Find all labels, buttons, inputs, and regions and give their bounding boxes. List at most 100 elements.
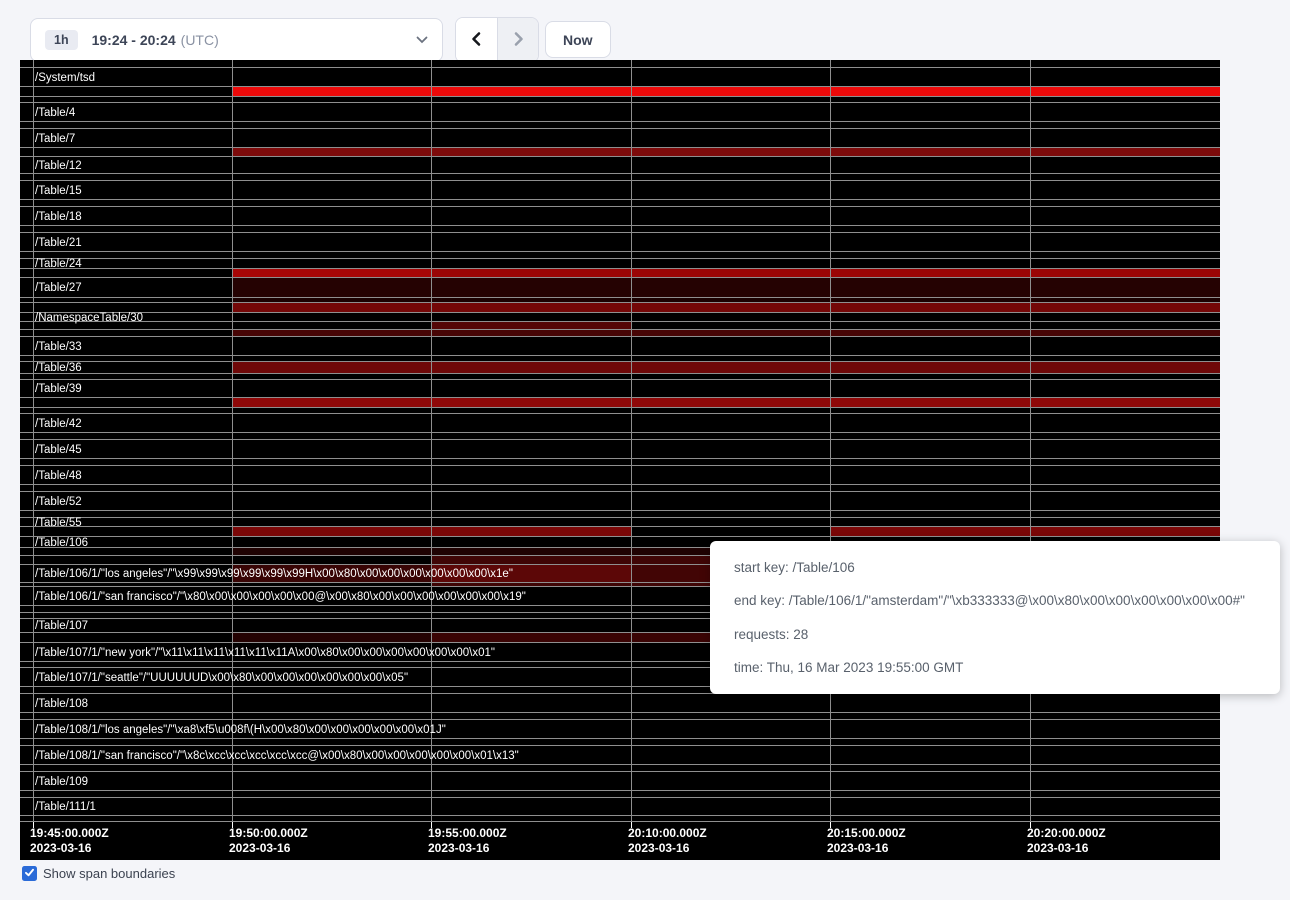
- heatmap-cell[interactable]: [20, 662, 232, 667]
- heatmap-cell[interactable]: [431, 459, 631, 465]
- heatmap-cell[interactable]: [431, 694, 631, 712]
- heatmap-cell[interactable]: [1030, 459, 1220, 465]
- heatmap-cell[interactable]: [20, 433, 232, 439]
- heatmap-cell[interactable]: [232, 380, 431, 397]
- heatmap-cell[interactable]: [830, 398, 1030, 407]
- heatmap-cell[interactable]: [631, 739, 830, 745]
- heatmap-cell[interactable]: [1030, 816, 1220, 821]
- heatmap-cell[interactable]: [431, 374, 631, 379]
- heatmap-cell[interactable]: [232, 518, 431, 526]
- heatmap-cell[interactable]: [1030, 518, 1220, 526]
- heatmap-cell[interactable]: [431, 668, 631, 686]
- heatmap-cell[interactable]: [830, 322, 1030, 329]
- heatmap-cell[interactable]: [1030, 433, 1220, 439]
- heatmap-cell[interactable]: [830, 303, 1030, 312]
- heatmap-cell[interactable]: [1030, 492, 1220, 510]
- heatmap-cell[interactable]: [431, 414, 631, 432]
- heatmap-cell[interactable]: [232, 662, 431, 667]
- heatmap-cell[interactable]: [830, 233, 1030, 251]
- heatmap-cell[interactable]: [1030, 511, 1220, 517]
- heatmap-cell[interactable]: [431, 739, 631, 745]
- heatmap-cell[interactable]: [431, 772, 631, 790]
- heatmap-cell[interactable]: [431, 720, 631, 738]
- heatmap-cell[interactable]: [232, 374, 431, 379]
- heatmap-cell[interactable]: [232, 440, 431, 458]
- heatmap-cell[interactable]: [232, 200, 431, 206]
- heatmap-cell[interactable]: [631, 485, 830, 491]
- heatmap-cell[interactable]: [830, 791, 1030, 797]
- heatmap-cell[interactable]: [830, 269, 1030, 277]
- heatmap-cell[interactable]: [1030, 97, 1220, 102]
- heatmap-cell[interactable]: [232, 466, 431, 484]
- heatmap-cell[interactable]: [232, 233, 431, 251]
- heatmap-cell[interactable]: [431, 440, 631, 458]
- heatmap-cell[interactable]: [431, 765, 631, 771]
- heatmap-cell[interactable]: [1030, 103, 1220, 121]
- heatmap-cell[interactable]: [830, 720, 1030, 738]
- heatmap-cell[interactable]: [1030, 200, 1220, 206]
- heatmap-cell[interactable]: [232, 537, 431, 547]
- heatmap-cell[interactable]: [431, 713, 631, 719]
- heatmap-cell[interactable]: [830, 527, 1030, 536]
- heatmap-cell[interactable]: [631, 433, 830, 439]
- heatmap-cell[interactable]: [20, 791, 232, 797]
- heatmap-cell[interactable]: [631, 298, 830, 302]
- heatmap-cell[interactable]: [631, 713, 830, 719]
- heatmap-cell[interactable]: [830, 330, 1030, 336]
- heatmap-cell[interactable]: [830, 440, 1030, 458]
- heatmap-cell[interactable]: [631, 233, 830, 251]
- heatmap-cell[interactable]: [1030, 772, 1220, 790]
- heatmap-cell[interactable]: [830, 97, 1030, 102]
- heatmap-cell[interactable]: [232, 511, 431, 517]
- heatmap-cell[interactable]: [232, 619, 431, 632]
- heatmap-cell[interactable]: [431, 259, 631, 268]
- heatmap-cell[interactable]: [431, 380, 631, 397]
- heatmap-cell[interactable]: [232, 269, 431, 277]
- heatmap-cell[interactable]: [232, 739, 431, 745]
- heatmap-cell[interactable]: [232, 259, 431, 268]
- heatmap-cell[interactable]: [631, 129, 830, 147]
- heatmap-cell[interactable]: [631, 337, 830, 355]
- heatmap-cell[interactable]: [20, 97, 232, 102]
- heatmap-cell[interactable]: [20, 87, 232, 96]
- heatmap-cell[interactable]: [830, 129, 1030, 147]
- heatmap-cell[interactable]: [631, 408, 830, 413]
- heatmap-cell[interactable]: [631, 414, 830, 432]
- heatmap-cell[interactable]: [631, 772, 830, 790]
- heatmap-cell[interactable]: [20, 298, 232, 302]
- heatmap-cell[interactable]: [830, 278, 1030, 297]
- heatmap-cell[interactable]: [431, 791, 631, 797]
- heatmap-cell[interactable]: [20, 613, 232, 618]
- heatmap-cell[interactable]: [232, 791, 431, 797]
- heatmap-cell[interactable]: [232, 68, 431, 86]
- heatmap-cell[interactable]: [1030, 440, 1220, 458]
- heatmap-cell[interactable]: [830, 356, 1030, 361]
- heatmap-cell[interactable]: [232, 583, 431, 586]
- heatmap-cell[interactable]: [1030, 269, 1220, 277]
- heatmap-cell[interactable]: [830, 60, 1030, 67]
- heatmap-cell[interactable]: [431, 122, 631, 128]
- heatmap-cell[interactable]: [830, 414, 1030, 432]
- next-interval-button[interactable]: [497, 18, 538, 62]
- heatmap-cell[interactable]: [830, 362, 1030, 373]
- heatmap-cell[interactable]: [1030, 713, 1220, 719]
- heatmap-cell[interactable]: [431, 200, 631, 206]
- heatmap-cell[interactable]: [830, 207, 1030, 225]
- heatmap-cell[interactable]: [20, 374, 232, 379]
- heatmap-cell[interactable]: [830, 87, 1030, 96]
- heatmap-cell[interactable]: [830, 313, 1030, 321]
- heatmap-cell[interactable]: [232, 322, 431, 329]
- heatmap-cell[interactable]: [232, 337, 431, 355]
- heatmap-cell[interactable]: [631, 269, 830, 277]
- heatmap-cell[interactable]: [830, 694, 1030, 712]
- heatmap-cell[interactable]: [20, 330, 232, 336]
- heatmap-cell[interactable]: [1030, 157, 1220, 173]
- heatmap-cell[interactable]: [431, 408, 631, 413]
- heatmap-cell[interactable]: [232, 278, 431, 297]
- heatmap-cell[interactable]: [431, 226, 631, 232]
- heatmap-cell[interactable]: [631, 694, 830, 712]
- heatmap-cell[interactable]: [1030, 68, 1220, 86]
- heatmap-cell[interactable]: [431, 97, 631, 102]
- heatmap-cell[interactable]: [830, 181, 1030, 199]
- heatmap-cell[interactable]: [431, 485, 631, 491]
